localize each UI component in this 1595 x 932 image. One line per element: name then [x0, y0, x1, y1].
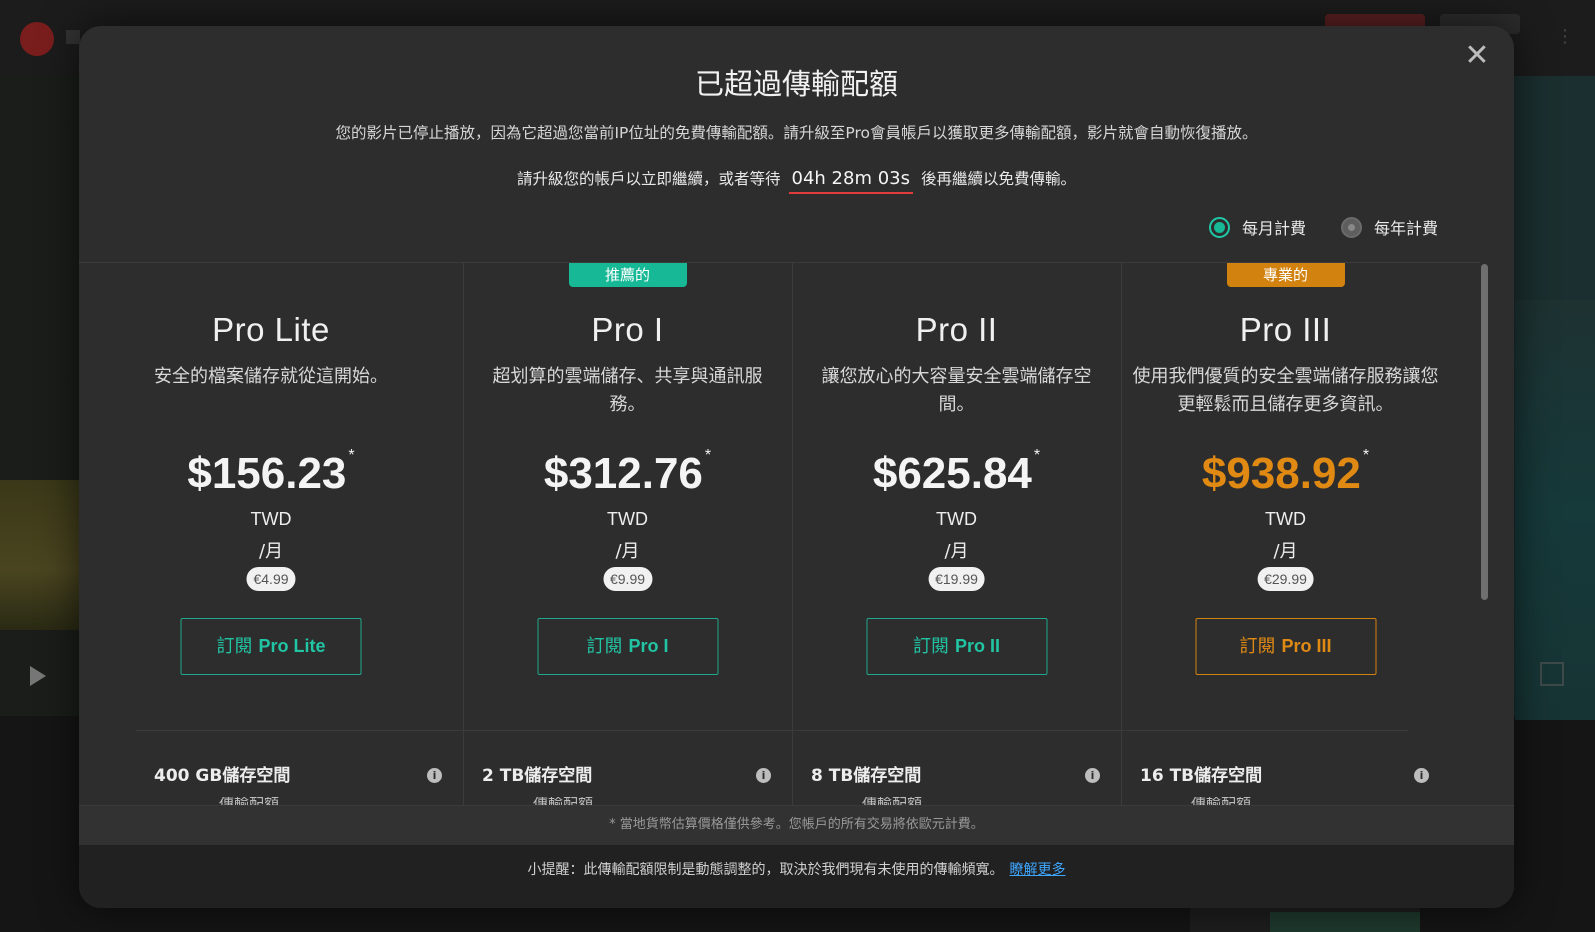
subscribe-pro-iii-button[interactable]: 訂閱 Pro III [1195, 618, 1376, 675]
plan-divider [792, 730, 1121, 731]
professional-tag: 專業的 [1226, 263, 1345, 287]
info-icon[interactable]: i [427, 768, 442, 783]
background-video-frame-left [0, 480, 90, 630]
plan-description: 超划算的雲端儲存、共享與通訊服務。 [492, 366, 763, 415]
subscribe-pro-i-button[interactable]: 訂閱 Pro I [537, 618, 718, 675]
plan-price-value: $312.76 [543, 449, 703, 498]
plan-divider [463, 730, 792, 731]
price-asterisk: * [704, 447, 712, 464]
subscribe-pro-ii-button[interactable]: 訂閱 Pro II [866, 618, 1047, 675]
modal-title: 已超過傳輸配額 [694, 67, 898, 101]
storage-feature: 2 TB儲存空間 [482, 766, 593, 786]
plan-divider [136, 730, 463, 731]
subscribe-label: 訂閱 [1239, 636, 1276, 657]
storage-feature: 400 GB儲存空間 [154, 766, 291, 786]
plan-name: Pro Lite [212, 311, 330, 348]
plan-price-value: $938.92 [1201, 449, 1361, 498]
plan-eur-price-badge: €4.99 [246, 567, 296, 591]
plan-divider [1121, 730, 1408, 731]
fullscreen-icon [1540, 662, 1564, 686]
plan-card-pro-lite: Pro Lite 安全的檔案儲存就從這開始。 $156.23 * TWD /月 €… [79, 263, 463, 805]
wait-prefix: 請升級您的帳戶以立即繼續，或者等待 [516, 170, 781, 188]
transfer-feature-partial: 傳輸配額 [1161, 797, 1281, 805]
billing-monthly-label: 每月計費 [1242, 219, 1307, 238]
billing-monthly-option[interactable]: 每月計費 [1209, 212, 1306, 242]
plan-card-pro-i: 推薦的 Pro I 超划算的雲端儲存、共享與通訊服務。 $312.76 * TWD… [463, 263, 792, 805]
info-icon[interactable]: i [756, 768, 771, 783]
plan-price: $938.92 * [1121, 447, 1450, 499]
radio-selected-icon[interactable] [1209, 216, 1230, 238]
background-footer-button [1270, 912, 1420, 932]
info-icon[interactable]: i [1414, 768, 1429, 783]
plan-name: Pro II [915, 311, 998, 348]
plan-price: $312.76 * [463, 447, 792, 499]
price-asterisk: * [348, 447, 355, 464]
wait-message: 請升級您的帳戶以立即繼續，或者等待 04h 28m 03s 後再繼續以免費傳輸。 [79, 166, 1514, 194]
transfer-quota-modal: ✕ 已超過傳輸配額 您的影片已停止播放，因為它超過您當前IP位址的免費傳輸配額。… [79, 26, 1514, 908]
plan-eur-price-badge: €29.99 [1257, 567, 1314, 591]
plan-description: 使用我們優質的安全雲端儲存服務讓您更輕鬆而且儲存更多資訊。 [1132, 366, 1439, 415]
plan-period: /月 [615, 541, 640, 562]
price-asterisk: * [1033, 447, 1041, 464]
learn-more-link[interactable]: 瞭解更多 [1010, 862, 1066, 878]
plan-currency: TWD [936, 509, 977, 529]
plan-currency: TWD [250, 509, 292, 529]
plan-price: $156.23 * [79, 447, 463, 499]
subscribe-plan-label: Pro I [628, 636, 669, 656]
storage-feature: 16 TB儲存空間 [1140, 766, 1263, 786]
plans-scrollbar-thumb[interactable] [1481, 264, 1488, 600]
recommended-tag: 推薦的 [568, 263, 687, 287]
transfer-feature-partial: 傳輸配額 [503, 797, 623, 805]
subscribe-pro-lite-button[interactable]: 訂閱 Pro Lite [180, 618, 362, 675]
subscribe-plan-label: Pro Lite [258, 636, 326, 656]
plan-price: $625.84 * [792, 447, 1121, 499]
storage-feature: 8 TB儲存空間 [811, 766, 922, 786]
subscribe-label: 訂閱 [586, 636, 623, 657]
radio-unselected-icon[interactable] [1341, 216, 1362, 238]
plan-period: /月 [1273, 541, 1298, 562]
plan-price-value: $625.84 [872, 449, 1032, 498]
info-icon[interactable]: i [1085, 768, 1100, 783]
subscribe-label: 訂閱 [912, 636, 949, 657]
plan-period: /月 [258, 541, 284, 562]
transfer-feature-partial: 傳輸配額 [832, 797, 952, 805]
plan-price-value: $156.23 [187, 449, 347, 498]
plan-eur-price-badge: €19.99 [928, 567, 985, 591]
plan-eur-price-badge: €9.99 [602, 567, 653, 591]
wait-suffix: 後再繼續以免費傳輸。 [920, 170, 1076, 188]
subscribe-plan-label: Pro III [1281, 636, 1332, 656]
background-video-frame-right [1515, 300, 1595, 720]
plan-description: 安全的檔案儲存就從這開始。 [154, 366, 388, 387]
plan-card-pro-ii: Pro II 讓您放心的大容量安全雲端儲存空間。 $625.84 * TWD /月… [792, 263, 1121, 805]
countdown-timer: 04h 28m 03s [788, 166, 913, 194]
plan-description: 讓您放心的大容量安全雲端儲存空間。 [821, 366, 1092, 415]
plan-card-pro-iii: 專業的 Pro III 使用我們優質的安全雲端儲存服務讓您更輕鬆而且儲存更多資訊… [1121, 263, 1450, 805]
plan-name: Pro III [1239, 311, 1332, 348]
tip-text: 小提醒：此傳輸配額限制是動態調整的，取決於我們現有未使用的傳輸頻寬。 [527, 862, 1004, 878]
billing-yearly-label: 每年計費 [1374, 219, 1439, 238]
play-icon [30, 666, 46, 686]
plan-name: Pro I [591, 311, 664, 348]
subscribe-label: 訂閱 [216, 636, 253, 657]
transfer-feature-partial: 傳輸配額 [189, 797, 309, 805]
currency-footnote: * 當地貨幣估算價格僅供參考。您帳戶的所有交易將依歐元計費。 [609, 817, 984, 832]
tip-message: 小提醒：此傳輸配額限制是動態調整的，取決於我們現有未使用的傳輸頻寬。 瞭解更多 [79, 859, 1514, 879]
billing-yearly-option[interactable]: 每年計費 [1341, 212, 1438, 242]
site-name-placeholder [66, 30, 80, 44]
plan-currency: TWD [1265, 509, 1306, 529]
kebab-menu-icon: ⋮ [1556, 26, 1574, 47]
price-asterisk: * [1362, 447, 1370, 464]
modal-description: 您的影片已停止播放，因為它超過您當前IP位址的免費傳輸配額。請升級至Pro會員帳… [335, 124, 1258, 142]
site-logo [20, 22, 54, 56]
plan-period: /月 [944, 541, 969, 562]
plan-currency: TWD [607, 509, 648, 529]
plans-list: Pro Lite 安全的檔案儲存就從這開始。 $156.23 * TWD /月 €… [79, 263, 1489, 805]
subscribe-plan-label: Pro II [954, 636, 1000, 656]
